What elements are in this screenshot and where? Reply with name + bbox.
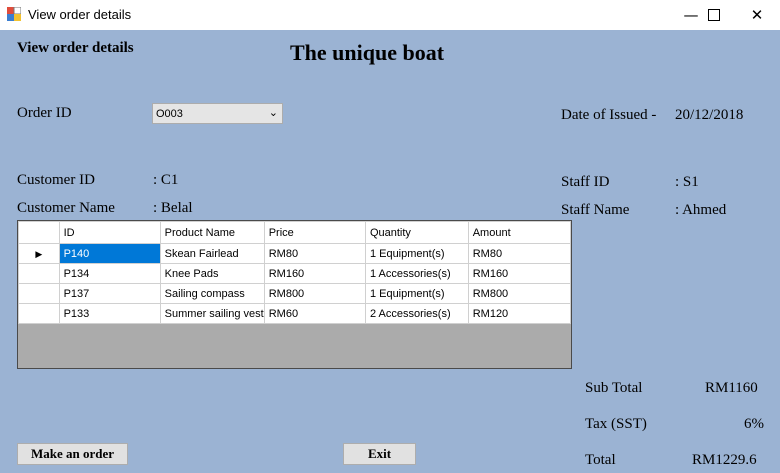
cell-price[interactable]: RM800 bbox=[263, 283, 366, 304]
order-id-label: Order ID bbox=[17, 105, 72, 121]
total-value: RM1229.6 bbox=[692, 452, 757, 468]
column-header[interactable]: Amount bbox=[467, 221, 571, 244]
close-button[interactable]: ✕ bbox=[734, 0, 780, 30]
form-heading: View order details bbox=[17, 40, 134, 56]
grid-header-row: ID Product Name Price Quantity Amount bbox=[18, 221, 571, 244]
title-bar: View order details — ✕ bbox=[0, 0, 780, 30]
row-header[interactable]: ▶ bbox=[18, 243, 60, 264]
row-header[interactable] bbox=[18, 283, 60, 304]
window-title: View order details bbox=[28, 7, 132, 22]
date-issued-label: Date of Issued - bbox=[561, 107, 657, 123]
cell-amount[interactable]: RM800 bbox=[467, 283, 571, 304]
cell-quantity[interactable]: 1 Accessories(s) bbox=[364, 263, 469, 284]
cell-id[interactable]: P133 bbox=[58, 303, 161, 324]
cell-id[interactable]: P137 bbox=[58, 283, 161, 304]
row-pointer-icon: ▶ bbox=[35, 248, 43, 259]
order-id-select[interactable]: O003 ⌄ bbox=[152, 103, 283, 124]
tax-value: 6% bbox=[744, 416, 764, 432]
subtotal-label: Sub Total bbox=[585, 380, 643, 396]
table-row[interactable]: ▶ P140 Skean Fairlead RM80 1 Equipment(s… bbox=[18, 243, 571, 264]
cell-amount[interactable]: RM80 bbox=[467, 243, 571, 264]
column-header[interactable]: Product Name bbox=[159, 221, 265, 244]
cell-quantity[interactable]: 1 Equipment(s) bbox=[364, 243, 469, 264]
maximize-icon bbox=[708, 9, 720, 21]
cell-product[interactable]: Knee Pads bbox=[159, 263, 265, 284]
customer-name-value: : Belal bbox=[153, 200, 193, 216]
cell-price[interactable]: RM60 bbox=[263, 303, 366, 324]
cell-product[interactable]: Sailing compass bbox=[159, 283, 265, 304]
cell-quantity[interactable]: 2 Accessories(s) bbox=[364, 303, 469, 324]
cell-product[interactable]: Skean Fairlead bbox=[159, 243, 265, 264]
total-label: Total bbox=[585, 452, 616, 468]
staff-name-label: Staff Name bbox=[561, 202, 630, 218]
table-row[interactable]: P134 Knee Pads RM160 1 Accessories(s) RM… bbox=[18, 263, 571, 284]
order-items-grid[interactable]: ID Product Name Price Quantity Amount ▶ … bbox=[17, 220, 572, 369]
cell-amount[interactable]: RM160 bbox=[467, 263, 571, 284]
order-id-value: O003 bbox=[156, 108, 183, 120]
row-header[interactable] bbox=[18, 303, 60, 324]
staff-name-value: : Ahmed bbox=[675, 202, 727, 218]
row-header[interactable] bbox=[18, 263, 60, 284]
date-issued-value: 20/12/2018 bbox=[675, 107, 744, 123]
app-icon bbox=[7, 7, 21, 21]
brand-title: The unique boat bbox=[290, 40, 445, 65]
order-items-table: ID Product Name Price Quantity Amount ▶ … bbox=[18, 221, 571, 324]
make-order-button[interactable]: Make an order bbox=[17, 443, 128, 465]
table-row[interactable]: P133 Summer sailing vest RM60 2 Accessor… bbox=[18, 303, 571, 324]
make-order-label: Make an order bbox=[30, 446, 115, 461]
cell-id[interactable]: P140 bbox=[58, 243, 161, 264]
customer-id-value: : C1 bbox=[153, 172, 179, 188]
customer-name-label: Customer Name bbox=[17, 200, 115, 216]
column-header[interactable]: Quantity bbox=[364, 221, 469, 244]
table-row[interactable]: P137 Sailing compass RM800 1 Equipment(s… bbox=[18, 283, 571, 304]
staff-id-label: Staff ID bbox=[561, 174, 610, 190]
staff-id-value: : S1 bbox=[675, 174, 699, 190]
close-icon: ✕ bbox=[750, 6, 764, 24]
row-header-corner bbox=[18, 221, 60, 244]
exit-label: Exit bbox=[367, 446, 392, 461]
maximize-button[interactable] bbox=[691, 0, 737, 30]
cell-quantity[interactable]: 1 Equipment(s) bbox=[364, 283, 469, 304]
cell-id[interactable]: P134 bbox=[58, 263, 161, 284]
subtotal-value: RM1160 bbox=[705, 380, 758, 396]
tax-label: Tax (SST) bbox=[585, 416, 647, 432]
cell-amount[interactable]: RM120 bbox=[467, 303, 571, 324]
cell-price[interactable]: RM160 bbox=[263, 263, 366, 284]
customer-id-label: Customer ID bbox=[17, 172, 95, 188]
cell-price[interactable]: RM80 bbox=[263, 243, 366, 264]
column-header[interactable]: Price bbox=[263, 221, 366, 244]
chevron-down-icon: ⌄ bbox=[268, 107, 278, 119]
column-header[interactable]: ID bbox=[58, 221, 161, 244]
exit-button[interactable]: Exit bbox=[343, 443, 416, 465]
cell-product[interactable]: Summer sailing vest bbox=[159, 303, 265, 324]
